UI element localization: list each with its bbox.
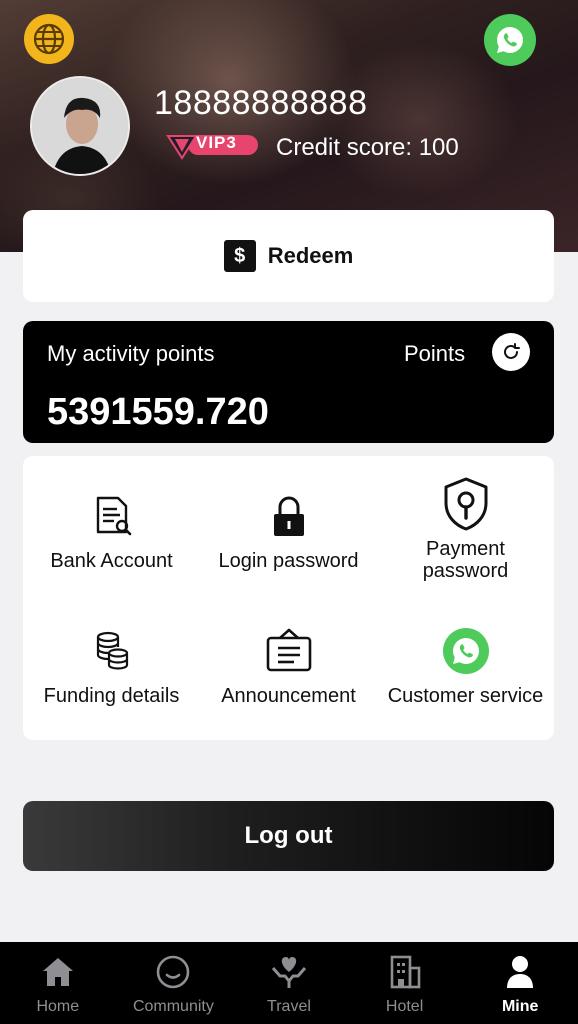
smile-icon [157, 955, 190, 989]
tab-label: Home [36, 998, 80, 1015]
building-icon [390, 955, 420, 989]
vip-label: VIP3 [196, 133, 237, 152]
points-label: Points [404, 341, 466, 366]
lock-icon [273, 496, 304, 536]
menu-label: Payment password [422, 538, 509, 582]
tab-label: Mine [501, 998, 539, 1015]
refresh-icon [504, 343, 520, 359]
tab-label: Hotel [385, 998, 424, 1015]
tab-travel[interactable]: Travel [231, 942, 347, 1024]
avatar-image [32, 78, 128, 174]
notice-board-icon [266, 628, 311, 672]
home-icon [42, 958, 73, 986]
tab-hotel[interactable]: Hotel [347, 942, 463, 1024]
document-icon [96, 496, 131, 536]
menu-label: Announcement [221, 685, 356, 707]
menu-label: Bank Account [50, 550, 173, 572]
username: 18888888888 [154, 84, 368, 122]
activity-points-card: My activity points Points 5391559.720 [23, 321, 554, 443]
menu-label: Funding details [43, 685, 180, 707]
points-value: 5391559.720 [47, 391, 269, 433]
credit-score: Credit score: 100 [276, 134, 459, 161]
menu-item-payment-password[interactable]: Payment password [377, 474, 554, 582]
globe-icon [33, 23, 65, 55]
menu-item-login-password[interactable]: Login password [200, 486, 377, 572]
whatsapp-icon [497, 26, 524, 53]
menu-grid: Bank Account Login password Payment pass… [23, 456, 554, 740]
menu-item-announcement[interactable]: Announcement [200, 621, 377, 707]
tab-label: Community [132, 998, 214, 1015]
person-icon [507, 956, 534, 988]
points-title: My activity points [47, 341, 215, 366]
tab-home[interactable]: Home [0, 942, 116, 1024]
whatsapp-icon [442, 628, 489, 674]
menu-item-bank-account[interactable]: Bank Account [23, 486, 200, 572]
redeem-button[interactable]: $ Redeem [23, 210, 554, 302]
menu-item-funding-details[interactable]: Funding details [23, 621, 200, 707]
refresh-button[interactable] [492, 333, 530, 371]
shield-key-icon [444, 477, 487, 531]
dollar-icon: $ [223, 240, 256, 272]
avatar[interactable] [30, 76, 130, 176]
menu-item-customer-service[interactable]: Customer service [377, 621, 554, 707]
whatsapp-button[interactable] [484, 14, 536, 66]
tab-community[interactable]: Community [116, 942, 232, 1024]
tab-label: Travel [267, 998, 311, 1015]
coins-icon [96, 631, 128, 670]
travel-heart-icon [271, 957, 307, 988]
language-button[interactable] [24, 14, 74, 64]
tab-mine[interactable]: Mine [462, 942, 578, 1024]
menu-label: Login password [218, 550, 359, 572]
redeem-label: Redeem [267, 243, 354, 268]
logout-button[interactable]: Log out [23, 801, 554, 871]
bottom-tab-bar: Home Community Travel Hotel Mine [0, 942, 578, 1024]
menu-label: Customer service [387, 685, 544, 707]
